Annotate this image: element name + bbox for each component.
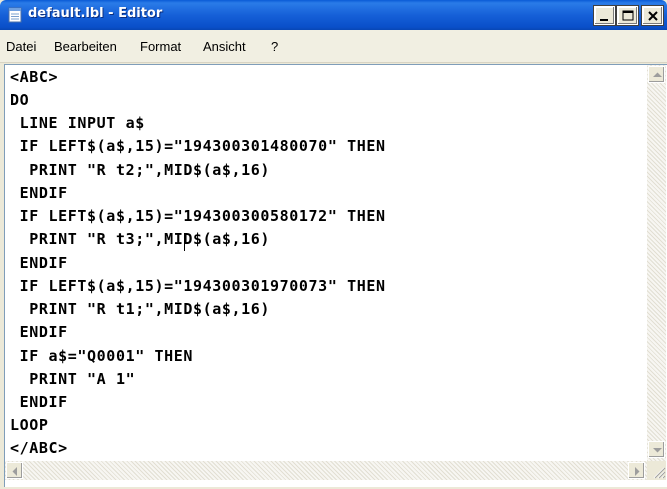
close-button[interactable] [641, 5, 664, 26]
title-bar[interactable]: default.lbl - Editor [0, 0, 667, 30]
code-line: ENDIF [10, 254, 68, 272]
maximize-button[interactable] [616, 5, 639, 26]
code-line: IF LEFT$(a$,15)="194300300580172" THEN [10, 207, 386, 225]
close-icon [648, 11, 658, 21]
notepad-icon[interactable] [8, 7, 22, 23]
code-line: PRINT "R t3;",MID$(a$,16) [10, 230, 271, 248]
arrow-up-icon [653, 72, 662, 77]
code-line: DO [10, 91, 30, 109]
menu-help[interactable]: ? [271, 39, 278, 54]
vertical-scrollbar[interactable] [647, 65, 666, 461]
code-line: IF LEFT$(a$,15)="194300301970073" THEN [10, 277, 386, 295]
editor-frame: <ABC> DO LINE INPUT a$ IF LEFT$(a$,15)="… [4, 64, 667, 487]
code-line: LINE INPUT a$ [10, 114, 145, 132]
minimize-button[interactable] [593, 5, 616, 26]
horizontal-scrollbar[interactable] [5, 461, 647, 480]
menu-bar: Datei Bearbeiten Format Ansicht ? [0, 30, 667, 63]
code-line: ENDIF [10, 184, 68, 202]
menu-bearbeiten[interactable]: Bearbeiten [54, 39, 117, 54]
code-line: ENDIF [10, 393, 68, 411]
menu-format[interactable]: Format [140, 39, 181, 54]
code-line: IF a$="Q0001" THEN [10, 347, 193, 365]
notepad-window: default.lbl - Editor Datei Bearbeiten Fo… [0, 0, 667, 489]
menu-ansicht[interactable]: Ansicht [203, 39, 246, 54]
code-line: </ABC> [10, 439, 68, 457]
code-line: <ABC> [10, 68, 59, 86]
scroll-down-button[interactable] [648, 441, 665, 458]
scroll-left-button[interactable] [6, 462, 23, 479]
arrow-left-icon [12, 467, 17, 476]
menu-datei[interactable]: Datei [6, 39, 36, 54]
code-line: PRINT "R t2;",MID$(a$,16) [10, 161, 271, 179]
code-line: ENDIF [10, 323, 68, 341]
code-line: LOOP [10, 416, 49, 434]
code-line: PRINT "R t1;",MID$(a$,16) [10, 300, 271, 318]
resize-grip-icon [653, 467, 666, 479]
text-editor[interactable]: <ABC> DO LINE INPUT a$ IF LEFT$(a$,15)="… [5, 65, 647, 461]
arrow-down-icon [653, 448, 662, 453]
window-title: default.lbl - Editor [28, 6, 163, 21]
resize-grip[interactable] [647, 461, 666, 480]
maximize-icon [622, 10, 634, 21]
minimize-icon [600, 19, 608, 21]
arrow-right-icon [635, 467, 640, 476]
scroll-up-button[interactable] [648, 66, 665, 83]
code-line: IF LEFT$(a$,15)="194300301480070" THEN [10, 137, 386, 155]
text-caret [184, 233, 185, 251]
code-line: PRINT "A 1" [10, 370, 136, 388]
scroll-right-button[interactable] [628, 462, 645, 479]
